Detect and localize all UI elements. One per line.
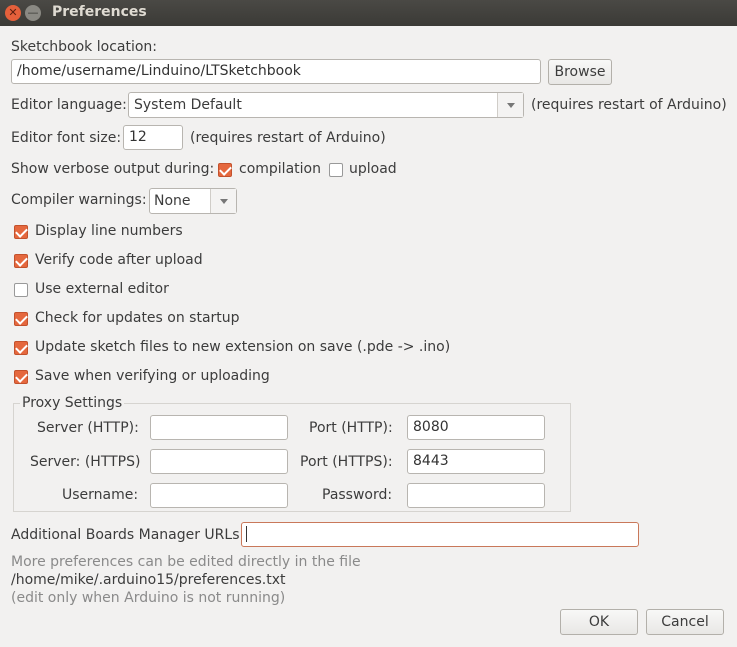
more-prefs-text: More preferences can be edited directly …: [11, 554, 361, 570]
option-label: Check for updates on startup: [35, 310, 240, 326]
chevron-down-icon: [497, 93, 523, 117]
server-https-input[interactable]: [150, 449, 288, 474]
checkbox-save-when-verifying[interactable]: [14, 370, 28, 384]
verbose-upload-checkbox[interactable]: [329, 163, 343, 177]
checkbox-external-editor[interactable]: [14, 283, 28, 297]
option-label: Verify code after upload: [35, 252, 203, 268]
language-label: Editor language:: [11, 97, 127, 113]
server-http-label: Server (HTTP):: [37, 420, 139, 436]
verbose-label: Show verbose output during:: [11, 161, 215, 177]
language-note: (requires restart of Arduino): [531, 97, 727, 113]
checkbox-verify-after-upload[interactable]: [14, 254, 28, 268]
verbose-upload-label: upload: [349, 161, 397, 177]
checkbox-update-extension[interactable]: [14, 341, 28, 355]
option-label: Use external editor: [35, 281, 169, 297]
minimize-icon[interactable]: —: [25, 5, 41, 21]
sketchbook-input[interactable]: /home/username/Linduino/LTSketchbook: [11, 59, 541, 84]
option-label: Save when verifying or uploading: [35, 368, 270, 384]
warnings-label: Compiler warnings:: [11, 192, 147, 208]
username-input[interactable]: [150, 483, 288, 508]
close-icon[interactable]: ✕: [5, 5, 21, 21]
text-cursor: [246, 526, 247, 542]
warnings-select[interactable]: None: [149, 188, 237, 214]
option-label: Update sketch files to new extension on …: [35, 339, 451, 355]
boards-url-label: Additional Boards Manager URLs:: [11, 527, 245, 543]
warnings-value: None: [154, 193, 191, 209]
server-http-input[interactable]: [150, 415, 288, 440]
password-input[interactable]: [407, 483, 545, 508]
checkbox-check-updates[interactable]: [14, 312, 28, 326]
option-label: Display line numbers: [35, 223, 183, 239]
language-value: System Default: [134, 97, 242, 113]
proxy-title: Proxy Settings: [20, 395, 125, 411]
cancel-button[interactable]: Cancel: [646, 609, 724, 635]
port-https-input[interactable]: 8443: [407, 449, 545, 474]
language-select[interactable]: System Default: [128, 92, 524, 118]
username-label: Username:: [62, 487, 139, 503]
chevron-down-icon: [210, 189, 236, 213]
browse-button[interactable]: Browse: [548, 59, 612, 85]
server-https-label: Server: (HTTPS): [30, 454, 141, 470]
checkbox-display-line-numbers[interactable]: [14, 225, 28, 239]
ok-button[interactable]: OK: [560, 609, 638, 635]
prefs-path: /home/mike/.arduino15/preferences.txt: [11, 572, 286, 588]
boards-url-input[interactable]: [241, 522, 639, 547]
password-label: Password:: [322, 487, 393, 503]
font-size-label: Editor font size:: [11, 130, 122, 146]
port-http-input[interactable]: 8080: [407, 415, 545, 440]
port-https-label: Port (HTTPS):: [300, 454, 393, 470]
font-size-note: (requires restart of Arduino): [190, 130, 386, 146]
verbose-compilation-checkbox[interactable]: [218, 163, 232, 177]
edit-note: (edit only when Arduino is not running): [11, 590, 286, 606]
title-bar: ✕ — Preferences: [0, 0, 737, 26]
port-http-label: Port (HTTP):: [309, 420, 393, 436]
window-title: Preferences: [52, 4, 147, 20]
font-size-input[interactable]: 12: [123, 125, 183, 150]
verbose-compilation-label: compilation: [239, 161, 321, 177]
sketchbook-label: Sketchbook location:: [11, 39, 158, 55]
